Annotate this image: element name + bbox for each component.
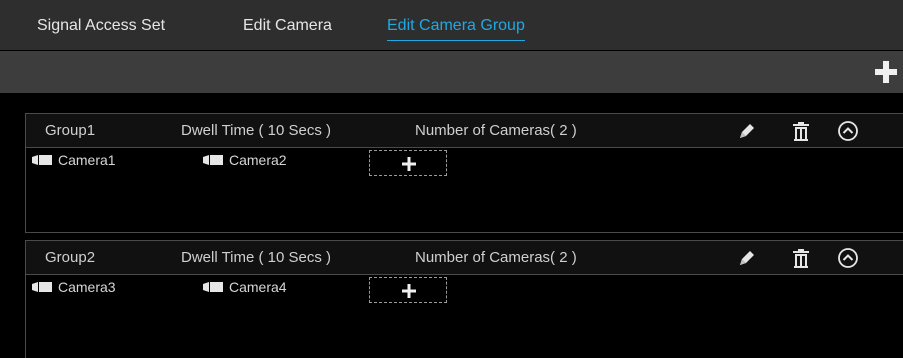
add-camera-button[interactable] bbox=[369, 150, 447, 176]
camera-icon bbox=[203, 155, 223, 165]
group-camera-list: Camera1 Camera2 bbox=[26, 148, 903, 232]
camera-count: Number of Cameras( 2 ) bbox=[415, 122, 577, 139]
edit-group-button[interactable] bbox=[734, 119, 758, 143]
camera-group: Group2 Dwell Time ( 10 Secs ) Number of … bbox=[25, 240, 903, 358]
camera-icon bbox=[32, 155, 52, 165]
camera-item[interactable]: Camera1 bbox=[32, 152, 116, 168]
collapse-group-button[interactable] bbox=[836, 119, 860, 143]
camera-group: Group1 Dwell Time ( 10 Secs ) Number of … bbox=[25, 113, 903, 233]
plus-icon bbox=[875, 61, 897, 83]
collapse-group-button[interactable] bbox=[836, 246, 860, 270]
group-camera-list: Camera3 Camera4 bbox=[26, 275, 903, 358]
delete-group-button[interactable] bbox=[789, 246, 813, 270]
trash-icon bbox=[793, 249, 809, 268]
tab-edit-camera-group[interactable]: Edit Camera Group bbox=[387, 16, 525, 41]
tab-edit-camera[interactable]: Edit Camera bbox=[243, 16, 332, 36]
group-name: Group2 bbox=[45, 249, 96, 266]
group-header: Group1 Dwell Time ( 10 Secs ) Number of … bbox=[26, 114, 903, 148]
camera-item[interactable]: Camera2 bbox=[203, 152, 287, 168]
pencil-icon bbox=[740, 124, 754, 138]
edit-group-button[interactable] bbox=[734, 246, 758, 270]
tab-signal-access-set[interactable]: Signal Access Set bbox=[37, 16, 165, 36]
dwell-time: Dwell Time ( 10 Secs ) bbox=[181, 249, 332, 266]
chevron-up-icon bbox=[838, 248, 858, 268]
add-camera-button[interactable] bbox=[369, 277, 447, 303]
plus-icon bbox=[402, 157, 416, 171]
camera-item[interactable]: Camera3 bbox=[32, 279, 116, 295]
add-group-button[interactable] bbox=[871, 57, 901, 87]
toolbar bbox=[0, 51, 903, 93]
group-name: Group1 bbox=[45, 122, 96, 139]
group-header: Group2 Dwell Time ( 10 Secs ) Number of … bbox=[26, 241, 903, 275]
pencil-icon bbox=[740, 251, 754, 265]
camera-item[interactable]: Camera4 bbox=[203, 279, 287, 295]
camera-label: Camera1 bbox=[58, 152, 116, 168]
camera-icon bbox=[203, 282, 223, 292]
camera-count: Number of Cameras( 2 ) bbox=[415, 249, 577, 266]
chevron-up-icon bbox=[838, 121, 858, 141]
delete-group-button[interactable] bbox=[789, 119, 813, 143]
plus-icon bbox=[402, 284, 416, 298]
dwell-time: Dwell Time ( 10 Secs ) bbox=[181, 122, 332, 139]
camera-label: Camera2 bbox=[229, 152, 287, 168]
tab-bar: Signal Access Set Edit Camera Edit Camer… bbox=[0, 0, 903, 50]
camera-icon bbox=[32, 282, 52, 292]
camera-label: Camera3 bbox=[58, 279, 116, 295]
trash-icon bbox=[793, 122, 809, 141]
camera-label: Camera4 bbox=[229, 279, 287, 295]
